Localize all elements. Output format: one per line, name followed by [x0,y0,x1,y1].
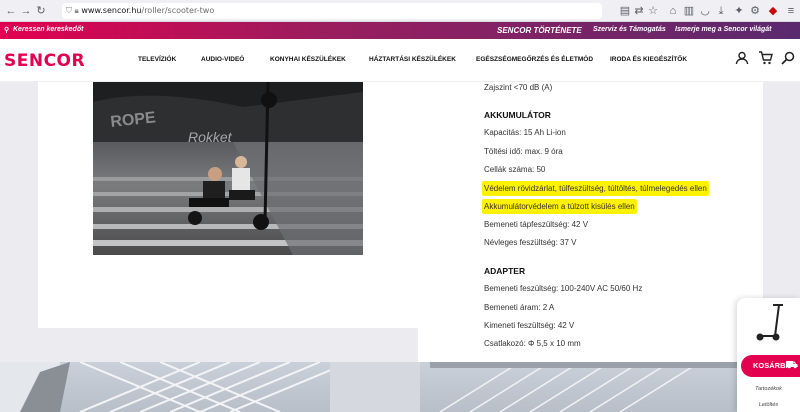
menu-icon[interactable]: ≡ [784,4,798,18]
bottom-banner-image [0,362,740,412]
spec-adapter-input: Bemeneti feszültség: 100-240V AC 50/60 H… [484,284,643,293]
spec-input-voltage: Bemeneti tápfeszültség: 42 V [484,220,589,229]
add-to-cart-button[interactable]: KOSÁRBA ⛟ [741,355,800,377]
nav-item-office[interactable]: IRODA ÉS KIEGÉSZÍTŐK [610,56,687,63]
product-photo[interactable]: ROPE Rokket [93,82,363,255]
spec-deep-discharge-highlighted: Akkumulátorvédelem a túlzott kisülés ell… [482,199,637,214]
pocket-icon[interactable]: ◡ [698,4,712,18]
extension-icon[interactable]: ✦ [732,4,746,18]
nav-item-tv[interactable]: TELEVÍZIÓK [138,56,176,63]
shield-extension-icon[interactable]: ◆ [766,4,780,18]
sencor-logo[interactable]: SENCOR [4,51,85,71]
accessories-link[interactable]: Tartozékok [737,386,800,392]
svg-text:Rokket: Rokket [188,129,233,145]
url-path: /roller/scooter-two [141,6,215,15]
browser-toolbar: ← → ↻ ⛉ 🔒︎ www.sencor.hu/roller/scooter-… [0,0,800,22]
spec-charge-time: Töltési idő: max. 9 óra [484,147,563,156]
spec-cell-count: Cellák száma: 50 [484,165,546,174]
spec-protection-highlighted: Védelem rövidzárlat, túlfeszültség, túlt… [482,181,709,196]
forward-icon[interactable]: → [19,4,33,18]
world-link[interactable]: Ismerje meg a Sencor világát [675,26,772,33]
service-link[interactable]: Szerviz és Támogatás [593,26,666,33]
dealer-finder-link[interactable]: Keressen kereskedőt [13,26,83,33]
spec-adapter-output: Kimeneti feszültség: 42 V [484,321,575,330]
address-bar[interactable]: ⛉ 🔒︎ www.sencor.hu/roller/scooter-two [62,3,602,19]
lock-icon: 🔒︎ [74,6,79,15]
battery-heading: AKKUMULÁTOR [484,110,551,120]
spec-panel: Zajszint <70 dB (A) AKKUMULÁTOR Kapacitá… [418,82,763,370]
spec-noise: Zajszint <70 dB (A) [484,83,553,92]
cart-plus-icon: ⛟ [785,360,798,371]
reload-icon[interactable]: ↻ [34,4,48,18]
user-icon[interactable] [734,51,750,67]
nav-item-household[interactable]: HÁZTARTÁSI KÉSZÜLÉKEK [369,56,456,63]
story-link[interactable]: SENCOR TÖRTÉNETE [497,26,582,35]
main-navigation: SENCOR TELEVÍZIÓK AUDIO-VIDEÓ KONYHAI KÉ… [0,39,800,82]
spec-adapter-current: Bemeneti áram: 2 A [484,303,555,312]
spec-connector: Csatlakozó: Φ 5,5 x 10 mm [484,339,581,348]
scooter-thumbnail-icon[interactable] [755,302,785,347]
bookmark-star-icon[interactable]: ☆ [646,4,660,18]
adapter-heading: ADAPTER [484,266,526,276]
spec-nominal-voltage: Névleges feszültség: 37 V [484,238,577,247]
back-icon[interactable]: ← [4,4,18,18]
home-icon[interactable]: ⌂ [666,4,680,18]
puzzle-icon[interactable]: ⚙ [748,4,762,18]
nav-item-health[interactable]: EGÉSZSÉGMEGŐRZÉS ÉS ÉLETMÓD [476,56,593,63]
download-link[interactable]: Letöltés [737,402,800,408]
url-host: www.sencor.hu [81,6,142,15]
top-info-bar: ⚲ Keressen kereskedőt SENCOR TÖRTÉNETE S… [0,22,800,39]
search-icon[interactable] [780,51,796,67]
shield-icon: ⛉ [66,6,72,15]
cart-icon[interactable] [757,51,773,67]
library-icon[interactable]: ▥ [682,4,696,18]
download-icon[interactable]: ⤓ [714,4,728,18]
reader-icon[interactable]: ▤ [618,4,632,18]
nav-item-kitchen[interactable]: KONYHAI KÉSZÜLÉKEK [270,56,346,63]
spec-capacity: Kapacitás: 15 Ah Li-ion [484,128,566,137]
location-pin-icon: ⚲ [4,27,10,34]
nav-item-audio-video[interactable]: AUDIO-VIDEÓ [201,56,244,63]
translate-icon[interactable]: ⇄ [632,4,646,18]
